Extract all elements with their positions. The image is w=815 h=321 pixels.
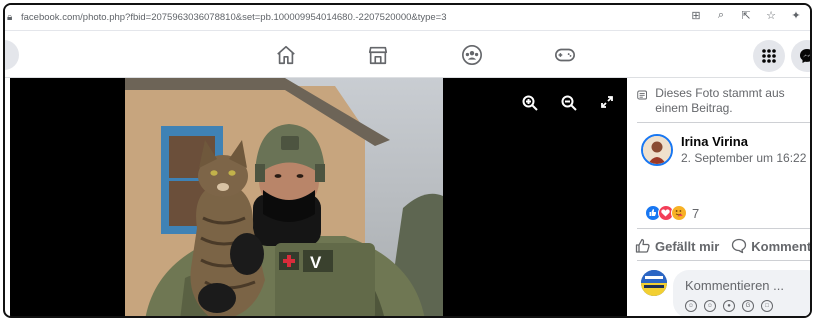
reaction-summary[interactable]: 7 xyxy=(645,205,699,221)
fullscreen-icon[interactable] xyxy=(600,95,614,109)
messenger-button[interactable] xyxy=(791,40,810,72)
soldier-with-cat-photo: V xyxy=(125,78,443,316)
avatar-sticker-icon[interactable]: ☺ xyxy=(685,300,697,312)
zoom-icon[interactable]: ⌕ xyxy=(715,9,727,22)
home-icon[interactable] xyxy=(274,44,298,66)
url-text[interactable]: facebook.com/photo.php?fbid=207596303607… xyxy=(21,12,661,23)
sticker-icon[interactable]: □ xyxy=(761,300,773,312)
gaming-icon[interactable] xyxy=(553,44,577,66)
comment-input[interactable]: Kommentieren ... ☺ ☺ ● G □ xyxy=(673,270,810,316)
back-button[interactable] xyxy=(5,40,19,70)
notice-text: Dieses Foto stammt aus einem Beitrag. xyxy=(655,86,785,115)
groups-icon[interactable] xyxy=(460,44,484,66)
comment-placeholder: Kommentieren ... xyxy=(685,278,784,293)
star-icon[interactable]: ☆ xyxy=(765,9,777,22)
author-name[interactable]: Irina Virina xyxy=(681,134,810,150)
extensions-icon[interactable]: ✦ xyxy=(790,9,802,22)
avatar[interactable] xyxy=(641,134,673,166)
camera-icon[interactable]: ● xyxy=(723,300,735,312)
zoom-out-icon[interactable] xyxy=(561,95,577,111)
vest-patch-label: V xyxy=(310,253,322,272)
user-avatar-image xyxy=(641,270,667,296)
like-label: Gefällt mir xyxy=(655,238,720,254)
menu-button[interactable] xyxy=(753,40,785,72)
comment-icon xyxy=(732,238,747,254)
photo-viewer[interactable]: V xyxy=(10,78,627,316)
divider xyxy=(637,228,810,229)
avatar-image xyxy=(643,136,671,164)
lock-icon[interactable]: 🔒︎ xyxy=(7,12,21,23)
share-icon[interactable]: ⇱ xyxy=(740,9,752,22)
divider xyxy=(637,122,810,123)
like-button[interactable]: Gefällt mir xyxy=(635,238,719,254)
reaction-count[interactable]: 7 xyxy=(692,206,699,221)
address-bar[interactable]: 🔒︎ facebook.com/photo.php?fbid=207596303… xyxy=(5,5,810,31)
post-timestamp[interactable]: 2. September um 16:22 · ☁ xyxy=(681,150,810,166)
browser-tools: ⊞ ⌕ ⇱ ☆ ✦ xyxy=(690,9,802,22)
messenger-icon xyxy=(800,49,810,63)
comment-composer: Kommentieren ... ☺ ☺ ● G □ xyxy=(641,270,810,316)
photo-source-notice: Dieses Foto stammt aus einem Beitrag. xyxy=(637,86,809,116)
post-actions: Gefällt mir Kommentie xyxy=(635,238,812,254)
user-avatar[interactable] xyxy=(641,270,667,296)
menu-grid-icon xyxy=(762,49,776,63)
top-navigation xyxy=(5,32,810,78)
emoji-icon[interactable]: ☺ xyxy=(704,300,716,312)
post-side-panel: Dieses Foto stammt aus einem Beitrag. Ir… xyxy=(627,78,812,316)
comment-tools: ☺ ☺ ● G □ xyxy=(685,300,773,312)
post-icon xyxy=(637,90,647,100)
gif-icon[interactable]: G xyxy=(742,300,754,312)
thumbs-up-icon xyxy=(635,238,650,253)
comment-label: Kommentie xyxy=(751,238,812,254)
care-reaction-icon xyxy=(671,205,687,221)
post-author: Irina Virina 2. September um 16:22 · ☁ xyxy=(641,134,810,166)
browser-window: 🔒︎ facebook.com/photo.php?fbid=207596303… xyxy=(3,3,812,318)
divider xyxy=(637,260,810,261)
install-icon[interactable]: ⊞ xyxy=(690,9,702,22)
author-text: Irina Virina 2. September um 16:22 · ☁ xyxy=(681,134,810,166)
comment-button[interactable]: Kommentie xyxy=(731,238,812,254)
marketplace-icon[interactable] xyxy=(366,44,390,66)
zoom-in-icon[interactable] xyxy=(522,95,538,111)
